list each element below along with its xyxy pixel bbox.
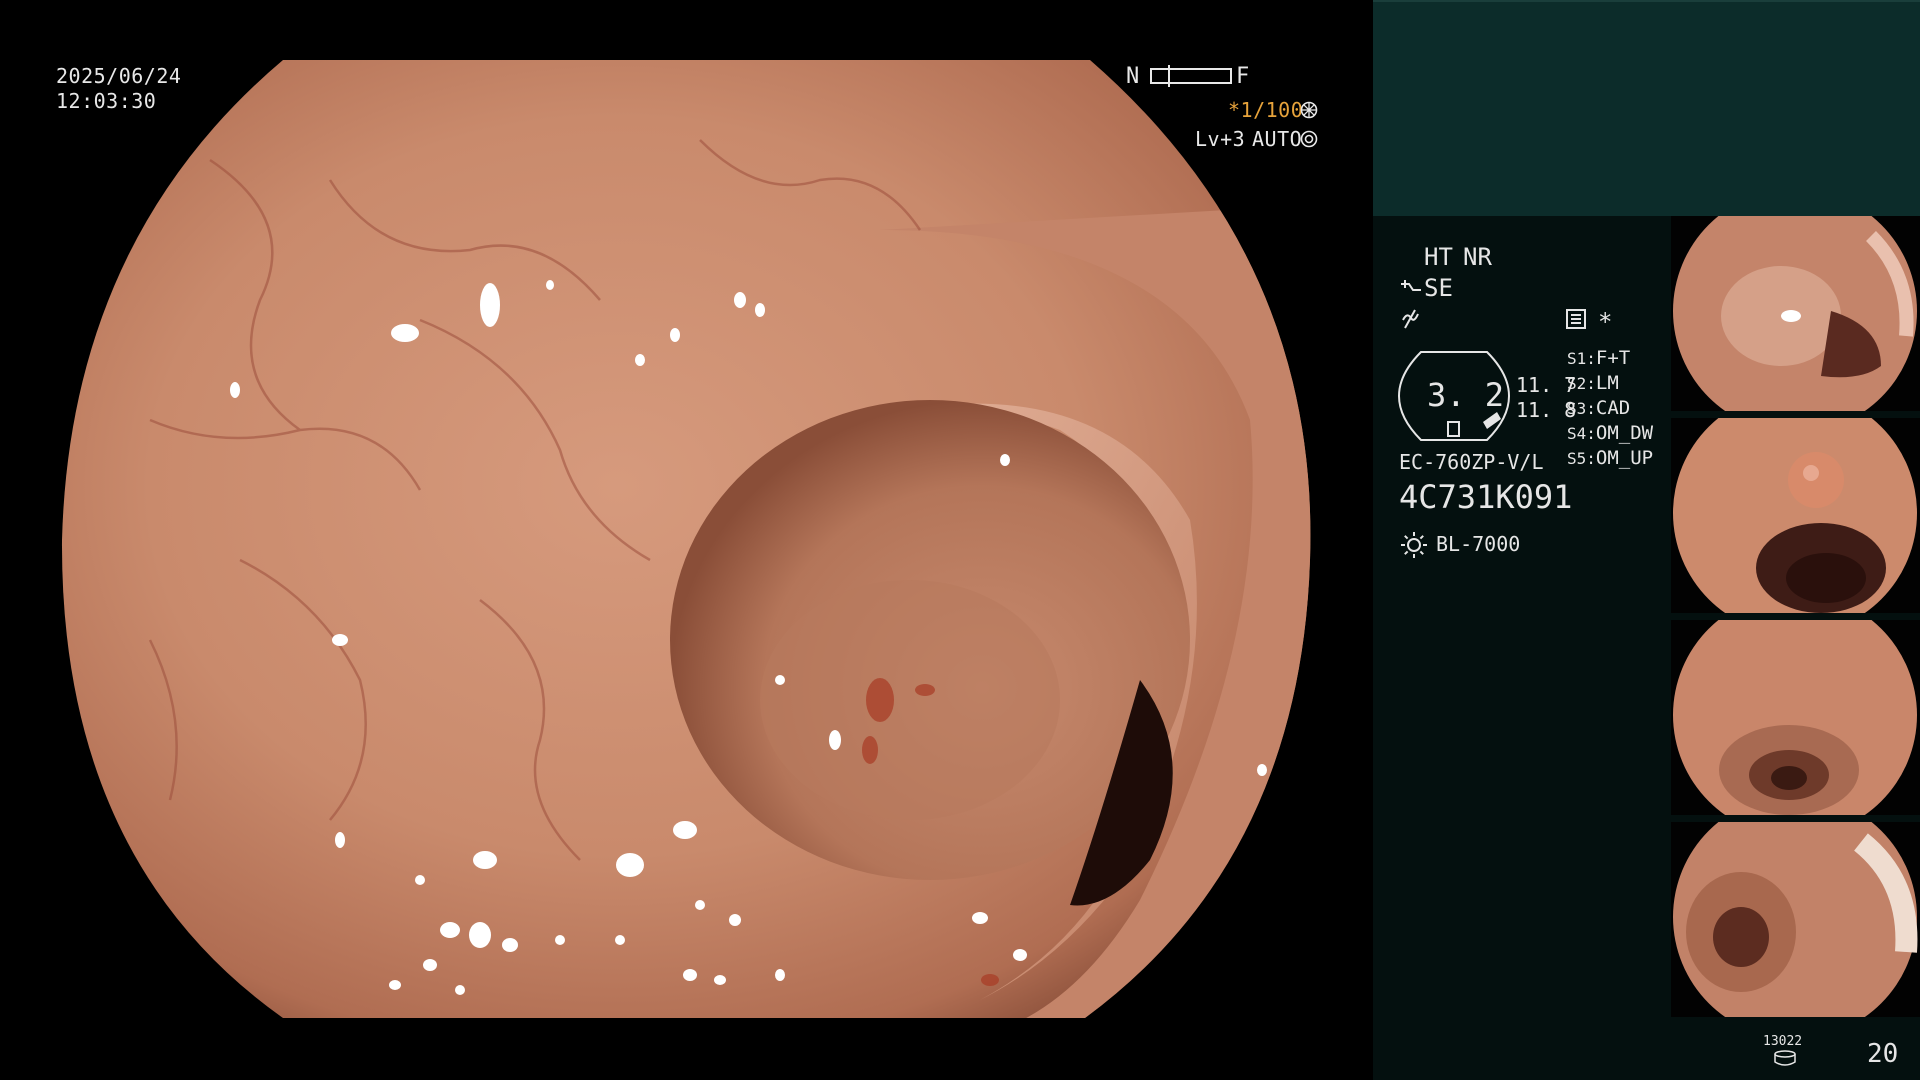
distance-marker [1168, 65, 1170, 87]
thumbnail-image [1673, 216, 1917, 411]
thumbnail-3[interactable] [1671, 620, 1920, 815]
time-label: 12:03:30 [56, 89, 157, 113]
distance-gauge [1150, 65, 1232, 87]
switch-key: S1 [1567, 349, 1587, 368]
distance-near-label: N [1126, 64, 1140, 89]
switch-row: S5:OM_UP [1567, 447, 1654, 469]
switch-value: OM_DW [1595, 422, 1654, 444]
thumbnail-1[interactable] [1671, 216, 1920, 411]
storage-count: 13022 [1763, 1034, 1803, 1049]
thumbnail-2[interactable] [1671, 418, 1920, 613]
asterisk-label: * [1598, 308, 1613, 336]
thumbnail-image [1673, 620, 1917, 815]
endoscopic-image [61, 60, 1311, 1018]
iris-mode-label: AUTO [1252, 127, 1303, 151]
nr-label: NR [1463, 243, 1492, 271]
thumbnail-image [1673, 822, 1918, 1017]
light-bulb-icon [1401, 532, 1427, 558]
switch-row: S4:OM_DW [1567, 422, 1654, 444]
switch-value: CAD [1595, 397, 1631, 419]
recorder-icon [1566, 309, 1586, 329]
panel-body: HT NR SE * 3. 2 11. 7 11. 8 S1:F+T S2:LM [1373, 216, 1920, 1080]
storage-icon [1774, 1050, 1796, 1066]
switch-list: S1:F+T S2:LM S3:CAD S4:OM_DW S5:OM_UP [1567, 347, 1653, 472]
switch-key: S4 [1567, 424, 1587, 443]
switch-key: S5 [1567, 449, 1587, 468]
shutter-label: *1/100 [1228, 98, 1304, 122]
focus-icon [1300, 130, 1318, 148]
switch-key: S2 [1567, 374, 1587, 393]
image-count: 20 [1867, 1039, 1899, 1069]
switch-value: OM_UP [1595, 447, 1654, 469]
switch-value: F+T [1595, 347, 1631, 369]
ht-label: HT [1424, 243, 1453, 271]
distance-far-label: F [1236, 64, 1250, 89]
date-label: 2025/06/24 [56, 64, 182, 88]
scope-model-label: EC-760ZP-V/L [1399, 450, 1544, 474]
switch-row: S1:F+T [1567, 347, 1631, 369]
scope-connector-icon [1401, 280, 1421, 291]
scope-serial-label: 4C731K091 [1399, 478, 1573, 516]
thumbnail-image [1673, 418, 1917, 613]
info-panel: HT NR SE * 3. 2 11. 7 11. 8 S1:F+T S2:LM [1373, 0, 1920, 1080]
aperture-icon [1300, 101, 1318, 119]
zoom-value: 3. 2 [1427, 376, 1505, 414]
lightning-icon [1402, 309, 1419, 329]
panel-header-area [1373, 0, 1920, 218]
endoscope-view: 2025/06/24 12:03:30 N F *1/100 Lv+3 AUTO [0, 0, 1373, 1080]
switch-value: LM [1595, 372, 1619, 394]
switch-row: S2:LM [1567, 372, 1619, 394]
switch-key: S3 [1567, 399, 1587, 418]
se-label: SE [1424, 274, 1453, 302]
switch-row: S3:CAD [1567, 397, 1631, 419]
light-source-label: BL-7000 [1436, 532, 1521, 556]
iris-level-label: Lv+3 [1195, 127, 1246, 151]
thumbnail-4[interactable] [1671, 822, 1920, 1017]
